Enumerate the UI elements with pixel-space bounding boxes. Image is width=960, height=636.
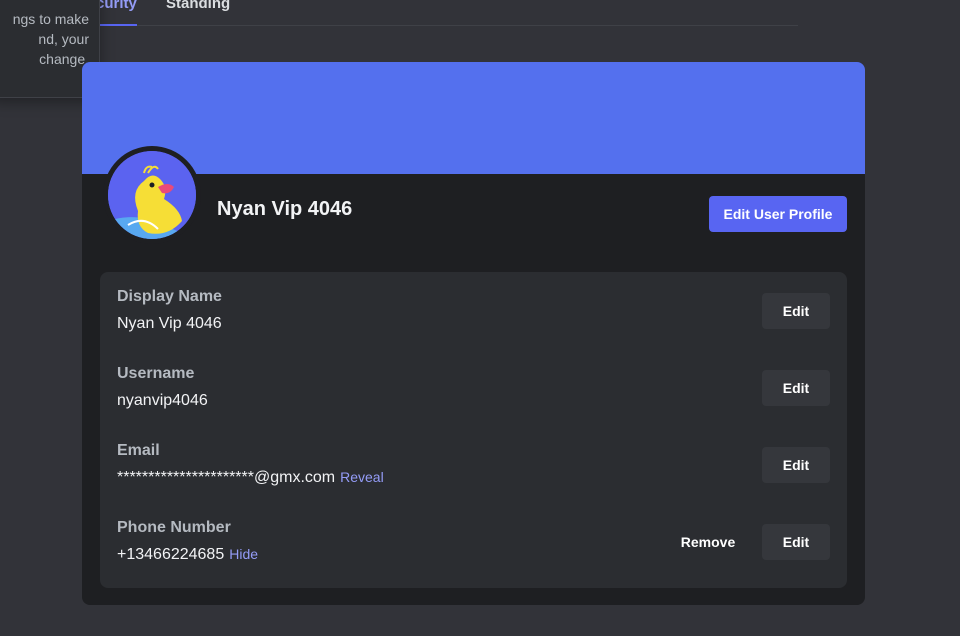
field-email: Email **********************@gmx.com Reve…	[100, 432, 847, 492]
account-info-panel: Display Name Nyan Vip 4046 Edit Username…	[100, 272, 847, 588]
profile-display-name: Nyan Vip 4046	[217, 198, 353, 220]
phone-number: +13466224685	[117, 546, 225, 563]
profile-banner	[82, 62, 865, 174]
email-masked: **********************@gmx.com	[117, 469, 336, 486]
edit-display-name-button[interactable]: Edit	[762, 293, 830, 329]
field-label: Username	[117, 365, 195, 382]
hide-phone-link[interactable]: Hide	[229, 546, 258, 562]
duck-avatar-icon	[108, 151, 196, 239]
profile-card: Nyan Vip 4046 Edit User Profile Display …	[82, 62, 865, 605]
field-value: nyanvip4046	[117, 392, 208, 409]
avatar[interactable]	[108, 151, 196, 239]
field-display-name: Display Name Nyan Vip 4046 Edit	[100, 278, 847, 338]
tooltip-line: nd, your	[38, 31, 89, 47]
tooltip-line: ngs to make	[12, 11, 89, 27]
field-label: Display Name	[117, 288, 222, 305]
edit-phone-button[interactable]: Edit	[762, 524, 830, 560]
edit-email-button[interactable]: Edit	[762, 447, 830, 483]
settings-tabs: curity Standing	[82, 0, 798, 26]
field-phone: Phone Number +13466224685 Hide Remove Edi…	[100, 509, 847, 569]
tab-security[interactable]: curity	[96, 0, 137, 26]
remove-phone-button[interactable]: Remove	[672, 524, 744, 560]
edit-username-button[interactable]: Edit	[762, 370, 830, 406]
field-value: **********************@gmx.com Reveal	[117, 469, 384, 487]
field-value: +13466224685 Hide	[117, 546, 258, 564]
user-settings-my-account: curity Standing ngs to make nd, your cha…	[0, 0, 960, 636]
tab-standing[interactable]: Standing	[166, 0, 230, 12]
avatar-frame	[103, 146, 201, 244]
tooltip-line: change.	[39, 51, 89, 67]
field-username: Username nyanvip4046 Edit	[100, 355, 847, 415]
field-label: Email	[117, 442, 160, 459]
reveal-email-link[interactable]: Reveal	[340, 469, 384, 485]
field-label: Phone Number	[117, 519, 231, 536]
edit-user-profile-button[interactable]: Edit User Profile	[709, 196, 847, 232]
field-value: Nyan Vip 4046	[117, 315, 222, 332]
